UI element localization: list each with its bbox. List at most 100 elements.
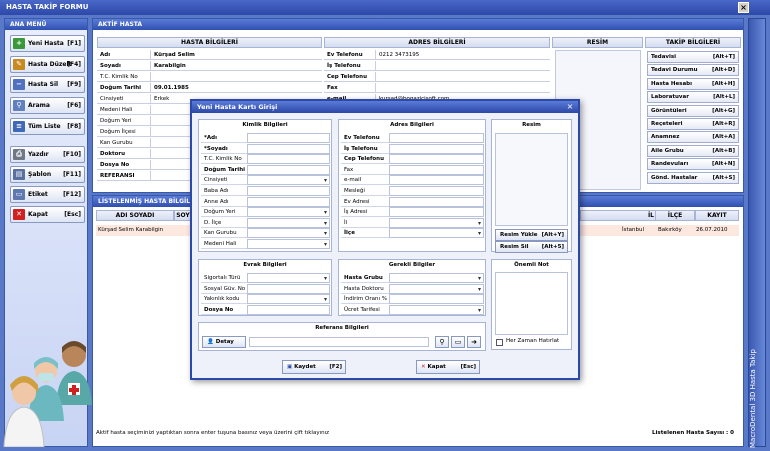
field-input[interactable] [389,133,484,143]
field-dropdown[interactable] [247,175,330,186]
field-dropdown[interactable] [389,283,484,294]
main-menu-title: ANA MENÜ [5,19,87,30]
required-title: Gerekli Bilgiler [388,262,436,268]
load-photo-button[interactable]: Resim Yükle [Alt+Y] [495,229,568,241]
field-dropdown[interactable] [247,228,330,239]
active-address-value [376,61,550,71]
address-title: Adres Bilgileri [390,122,434,128]
menu-label-button[interactable]: ▭ Etiket [F12] [10,186,85,203]
field-input[interactable] [389,154,484,165]
field-dropdown[interactable] [389,217,484,228]
tracking-button[interactable]: Aile Grubu [Alt+B] [647,144,739,157]
field-input[interactable] [389,294,484,304]
menu-delete-button[interactable]: − Hasta Sil [F9] [10,76,85,93]
field-input[interactable] [389,143,484,154]
field-dropdown[interactable] [247,207,330,218]
reference-search-icon[interactable]: ⚲ [435,336,449,348]
field-input[interactable] [247,143,330,154]
col-district[interactable]: İLÇE [655,210,695,221]
field-input[interactable] [247,164,330,175]
active-field-label: Adı [97,50,151,60]
menu-template-button[interactable]: ▤ Şablon [F11] [10,166,85,183]
field-dropdown[interactable] [247,217,330,228]
tracking-key: [Alt+B] [712,147,735,154]
save-button[interactable]: ▣ Kaydet [F2] [282,360,346,374]
menu-key: [F1] [67,40,81,47]
remember-checkbox[interactable] [496,339,503,346]
detail-button[interactable]: 👤 Detay [202,336,246,348]
reference-add-icon[interactable]: ➜ [467,336,481,348]
detail-icon: 👤 [207,339,216,345]
field-input[interactable] [247,283,330,294]
note-textarea[interactable] [495,272,568,335]
tracking-key: [Alt+N] [711,161,735,168]
tracking-button[interactable]: Laboratuvar [Alt+L] [647,91,739,104]
field-dropdown[interactable] [247,294,330,304]
menu-new-patient-button[interactable]: + Yeni Hasta [F1] [10,35,85,52]
field-dropdown[interactable] [247,273,330,283]
field-input[interactable] [389,175,484,186]
field-input[interactable] [247,154,330,165]
field-label: Doğum Tarihi [201,165,247,175]
menu-edit-button[interactable]: ✎ Hasta Düzelt [F4] [10,56,85,73]
field-input[interactable] [389,196,484,207]
field-label: İndirim Oranı % [341,294,389,304]
tracking-button[interactable]: Anamnez [Alt+A] [647,131,739,144]
delete-photo-button[interactable]: Resim Sil [Alt+5] [495,241,568,253]
active-field-label: Doğum Tarihi [97,83,151,93]
menu-search-button[interactable]: ⚲ Arama [F6] [10,97,85,114]
tracking-button[interactable]: Görüntüleri [Alt+G] [647,104,739,117]
menu-label: Hasta Düzelt [28,61,72,68]
document-group: Evrak Bilgileri Sigortalı TürüSosyal Güv… [198,259,332,316]
field-dropdown[interactable] [247,239,330,249]
menu-list-button[interactable]: ≡ Tüm Liste [F8] [10,118,85,135]
field-input[interactable] [247,196,330,207]
tracking-button[interactable]: Gönd. Hastalar [Alt+S] [647,171,739,184]
reference-clear-icon[interactable]: ▭ [451,336,465,348]
field-dropdown[interactable] [389,273,484,283]
active-field-label: Doğum İlçesi [97,127,151,137]
reference-input[interactable] [249,337,429,347]
row-city: İstanbul [622,227,645,233]
dialog-close-button[interactable]: × [565,102,575,112]
tracking-button[interactable]: Tedavi Durumu [Alt+D] [647,64,739,77]
photo-box [495,133,568,226]
tracking-key: [Alt+G] [712,107,735,114]
document-title: Evrak Bilgileri [243,262,287,268]
tracking-button[interactable]: Hasta Hesabı [Alt+H] [647,77,739,90]
menu-key: [F6] [67,102,81,109]
menu-label: Etiket [28,191,48,198]
field-input[interactable] [389,164,484,175]
window-close-button[interactable]: × [738,2,749,13]
tracking-label: Laboratuvar [651,94,689,101]
menu-key: [F4] [67,61,81,68]
field-label: Doğum Yeri [201,207,247,218]
printer-icon: ⎙ [13,149,25,160]
menu-label: Yazdır [28,151,49,158]
field-label: Sosyal Güv. No [201,284,247,294]
menu-printer-button[interactable]: ⎙ Yazdır [F10] [10,146,85,163]
field-input[interactable] [247,186,330,196]
tracking-button[interactable]: Tedavisi [Alt+T] [647,51,739,63]
new-patient-dialog: Yeni Hasta Kartı Girişi × Kimlik Bilgile… [190,99,580,380]
field-input[interactable] [389,186,484,196]
reference-group: Referans Bilgileri 👤 Detay ⚲ ▭ ➜ [198,322,486,351]
field-input[interactable] [247,133,330,143]
tracking-button[interactable]: Reçeteleri [Alt+R] [647,118,739,130]
new-patient-icon: + [13,38,25,49]
field-input[interactable] [389,207,484,218]
row-record: 26.07.2010 [696,227,728,233]
active-field-label: Dosya No [97,160,151,170]
active-field-label: Doğum Yeri [97,116,151,126]
menu-close-button[interactable]: ✕ Kapat [Esc] [10,206,85,223]
field-dropdown[interactable] [389,228,484,239]
field-input[interactable] [247,304,330,315]
field-dropdown[interactable] [389,304,484,315]
status-text: Aktif hasta seçiminizi yaptıktan sonra e… [96,430,330,436]
col-name-surname[interactable]: ADI SOYADI [96,210,174,221]
field-label: İş Telefonu [341,144,389,154]
tracking-button[interactable]: Randevuları [Alt+N] [647,158,739,171]
cancel-button[interactable]: ✕ Kapat [Esc] [416,360,480,374]
col-record[interactable]: KAYIT [695,210,739,221]
tracking-key: [Alt+R] [712,121,735,127]
